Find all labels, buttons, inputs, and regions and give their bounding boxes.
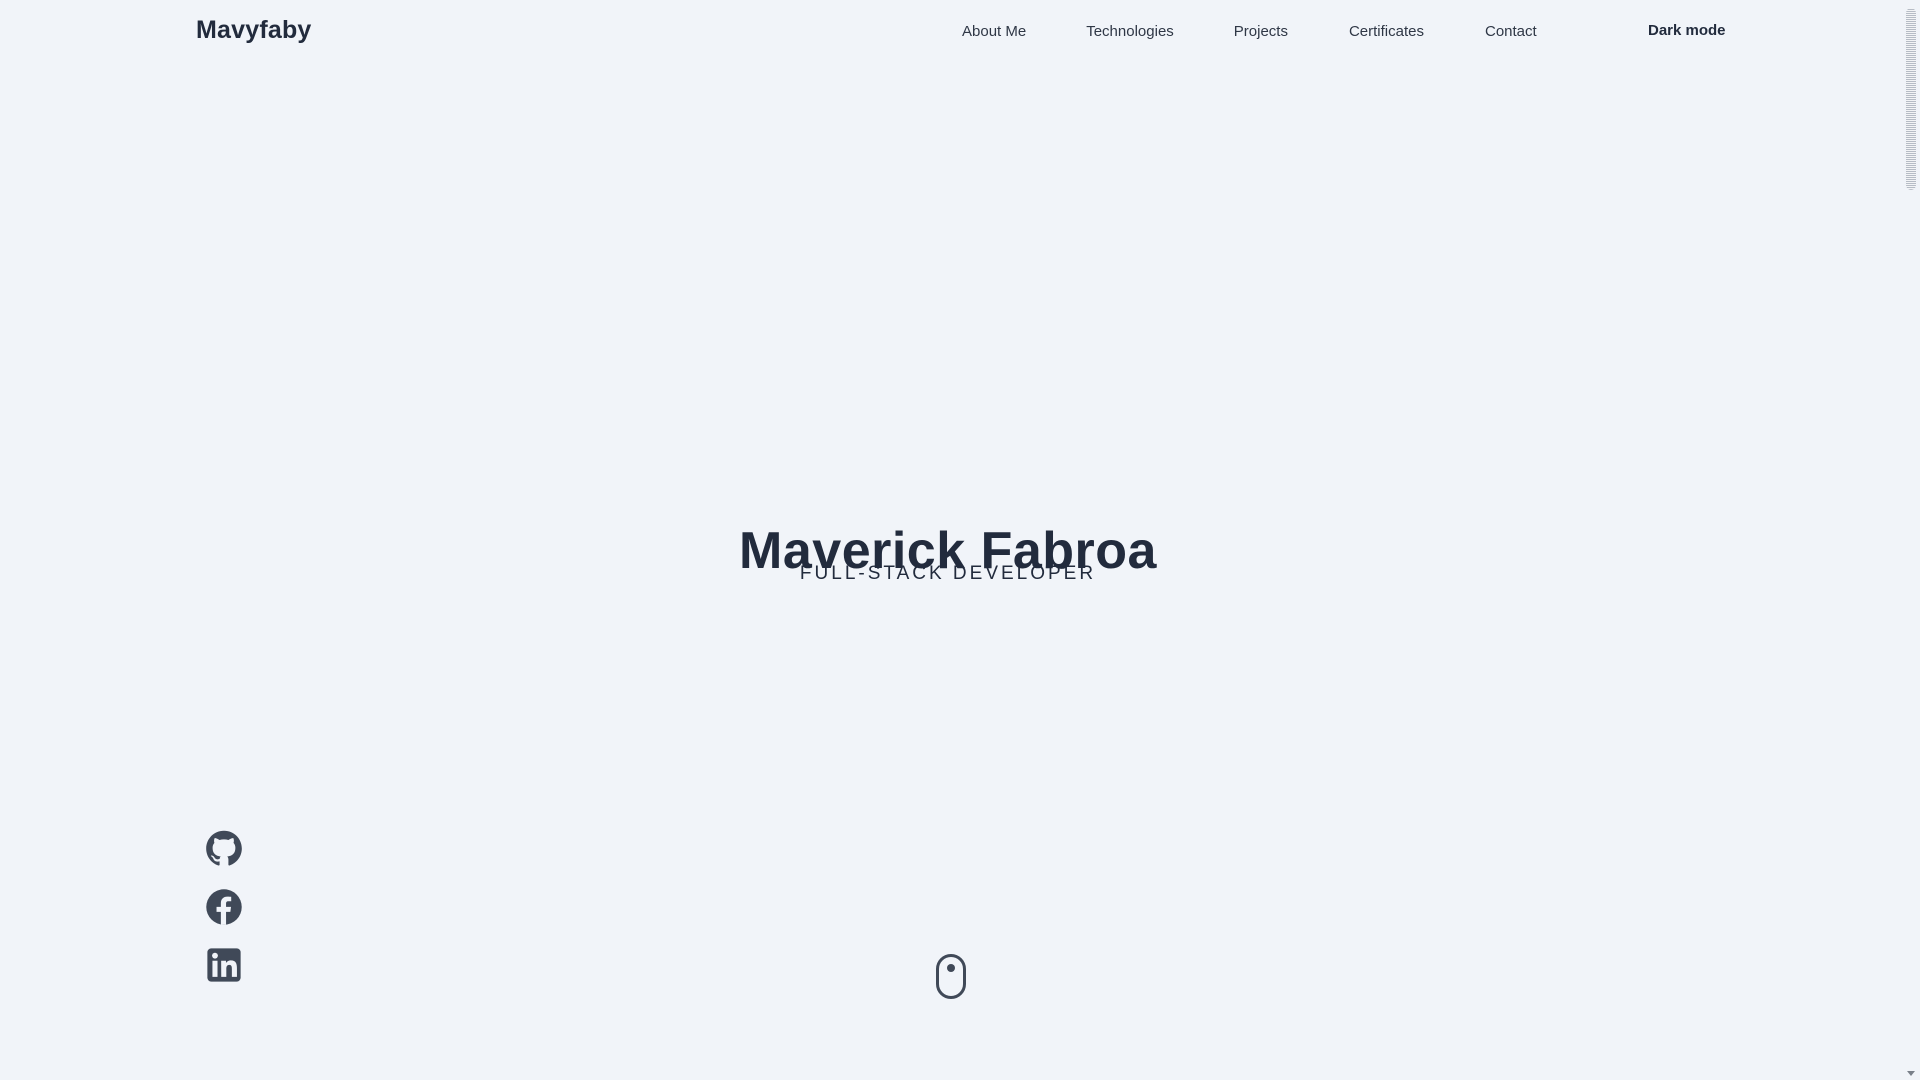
hero-subtitle: FULL-STACK DEVELOPER bbox=[799, 563, 1097, 584]
portfolio-page: Mavyfaby About Me Technologies Projects … bbox=[0, 0, 1920, 1080]
hero-title: Maverick Fabroa bbox=[739, 521, 1157, 580]
linkedin-icon bbox=[207, 948, 241, 982]
facebook-icon bbox=[206, 889, 242, 925]
scrollbar-thumb[interactable] bbox=[1906, 8, 1916, 190]
github-link[interactable] bbox=[205, 830, 243, 868]
nav-link-technologies[interactable]: Technologies bbox=[1086, 23, 1174, 40]
site-header: Mavyfaby About Me Technologies Projects … bbox=[0, 0, 1900, 64]
brand-logo[interactable]: Mavyfaby bbox=[196, 16, 312, 45]
dark-mode-toggle[interactable]: Dark mode bbox=[1648, 22, 1726, 39]
page-scrollbar[interactable] bbox=[1900, 0, 1920, 1080]
hero-section: Maverick Fabroa FULL-STACK DEVELOPER bbox=[0, 0, 1900, 1080]
scroll-down-mouse-icon[interactable] bbox=[936, 954, 966, 999]
scroll-down-arrow-icon[interactable] bbox=[1907, 1071, 1915, 1076]
github-icon bbox=[206, 830, 242, 866]
main-nav: About Me Technologies Projects Certifica… bbox=[962, 23, 1537, 40]
social-links bbox=[205, 830, 243, 1004]
facebook-link[interactable] bbox=[205, 888, 243, 926]
mouse-wheel bbox=[947, 964, 955, 972]
nav-link-projects[interactable]: Projects bbox=[1234, 23, 1288, 40]
nav-link-contact[interactable]: Contact bbox=[1485, 23, 1537, 40]
linkedin-link[interactable] bbox=[205, 946, 243, 984]
nav-link-certificates[interactable]: Certificates bbox=[1349, 23, 1424, 40]
nav-link-about[interactable]: About Me bbox=[962, 23, 1026, 40]
